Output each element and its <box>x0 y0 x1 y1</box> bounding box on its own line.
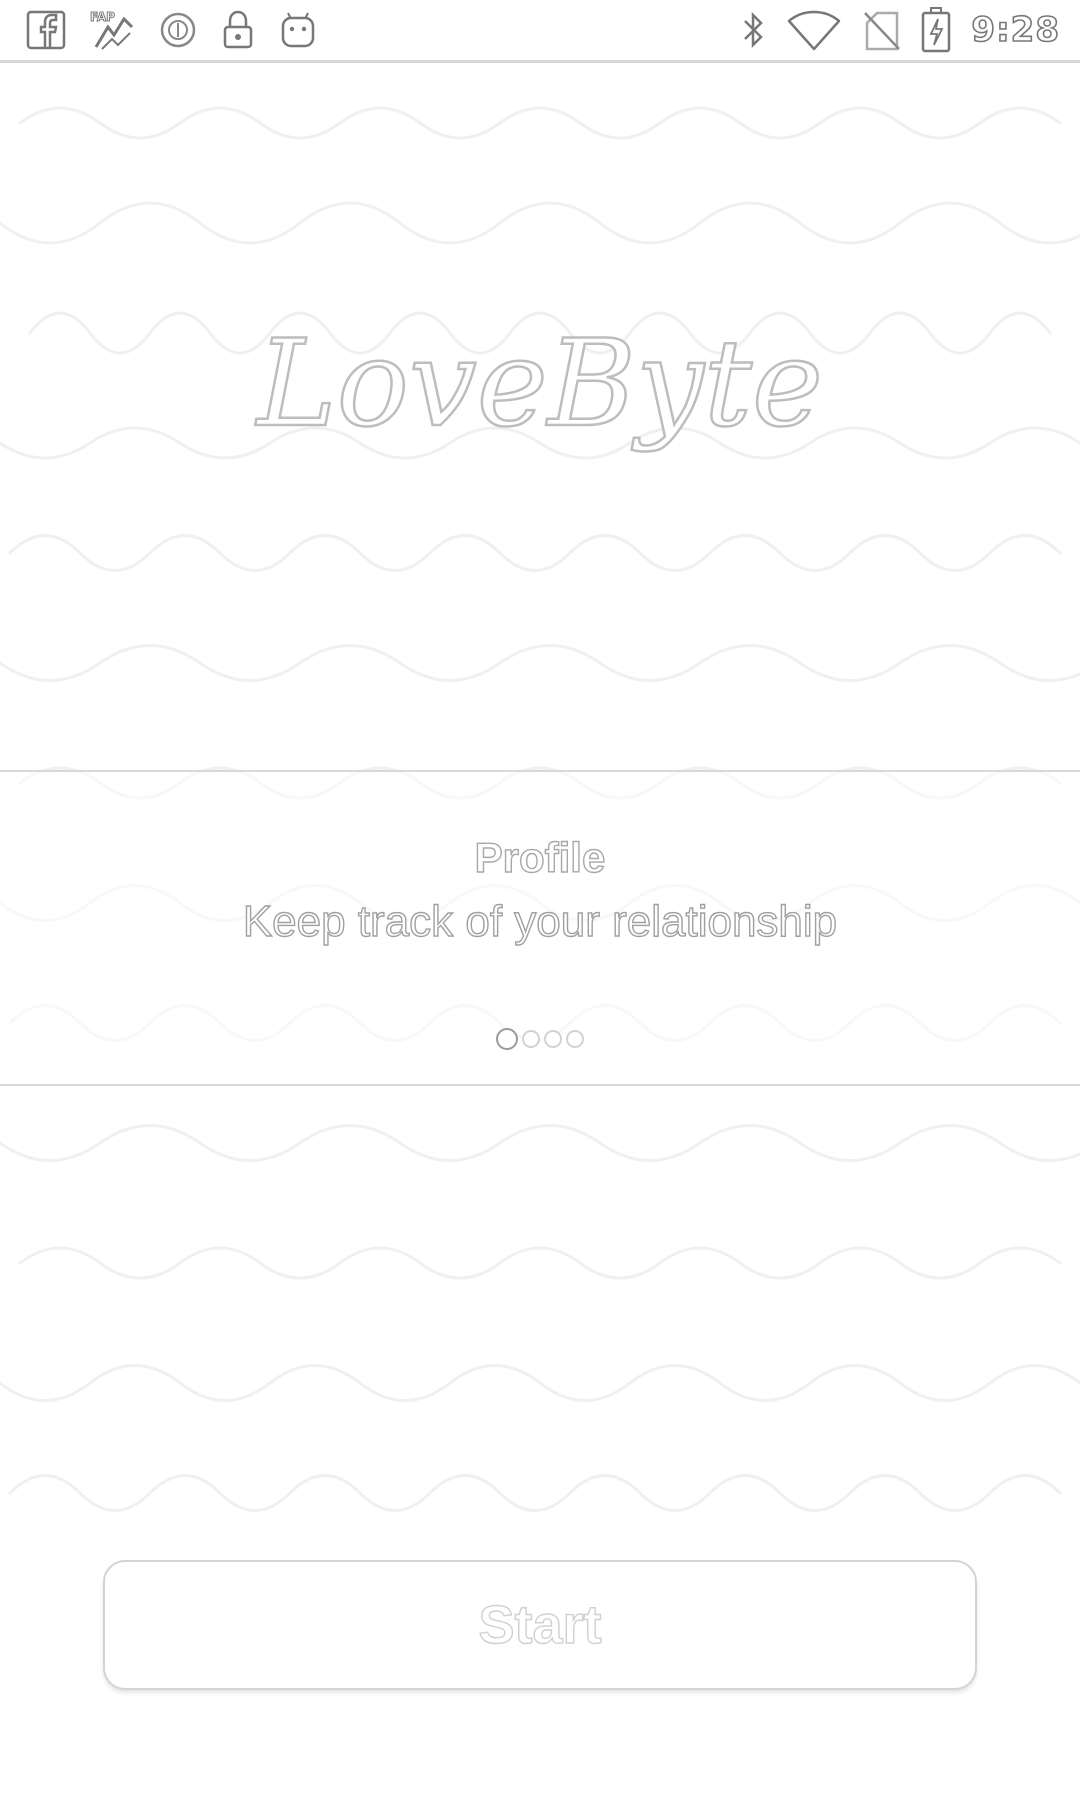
start-button[interactable]: Start <box>103 1560 977 1690</box>
battery-charging-icon <box>921 7 951 53</box>
system-icons: 9:28 <box>739 0 1060 60</box>
start-button-label: Start <box>478 1594 602 1655</box>
data-saver-icon <box>158 10 198 50</box>
status-bar: FAP 9:28 <box>0 0 1080 63</box>
page-dot-1 <box>496 1028 518 1050</box>
onboarding-panel[interactable]: Profile Keep track of your relationship <box>0 770 1080 1086</box>
android-icon <box>278 9 318 51</box>
clock: 9:28 <box>971 9 1060 51</box>
bluetooth-icon <box>739 9 767 51</box>
page-dot-3 <box>544 1030 562 1048</box>
facebook-icon <box>26 10 66 50</box>
wifi-icon <box>787 9 841 51</box>
fap-icon: FAP <box>88 7 136 53</box>
lock-icon <box>220 9 256 51</box>
page-indicator <box>0 1028 1080 1050</box>
app-logo: LoveByte <box>254 314 824 456</box>
notification-icons: FAP <box>26 0 318 60</box>
onboarding-title: Profile <box>474 833 606 881</box>
logo-text: LoveByte <box>255 315 823 454</box>
page-dot-4 <box>566 1030 584 1048</box>
onboarding-subtitle: Keep track of your relationship <box>242 896 838 946</box>
svg-text:FAP: FAP <box>90 10 115 24</box>
page-dot-2 <box>522 1030 540 1048</box>
no-sim-icon <box>861 9 901 51</box>
